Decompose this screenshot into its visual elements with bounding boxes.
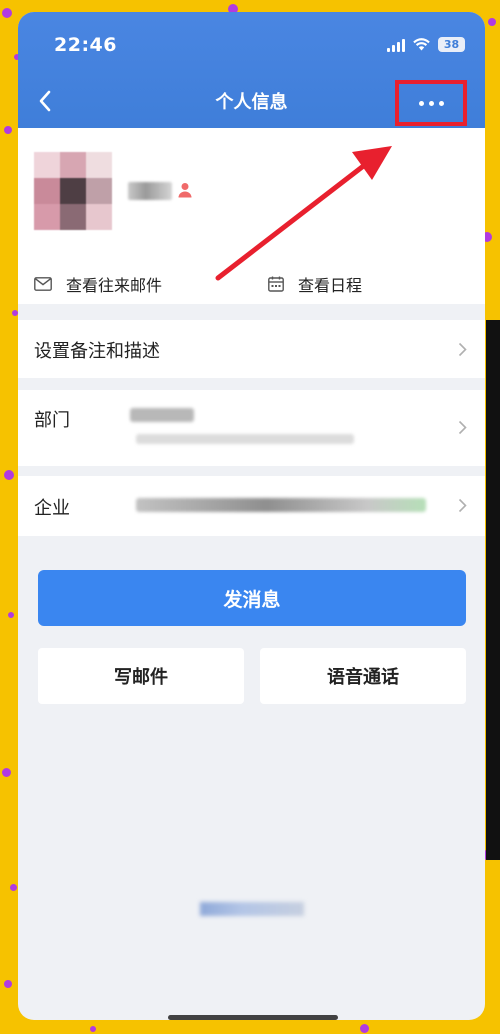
annotation-arrow (215, 146, 392, 281)
